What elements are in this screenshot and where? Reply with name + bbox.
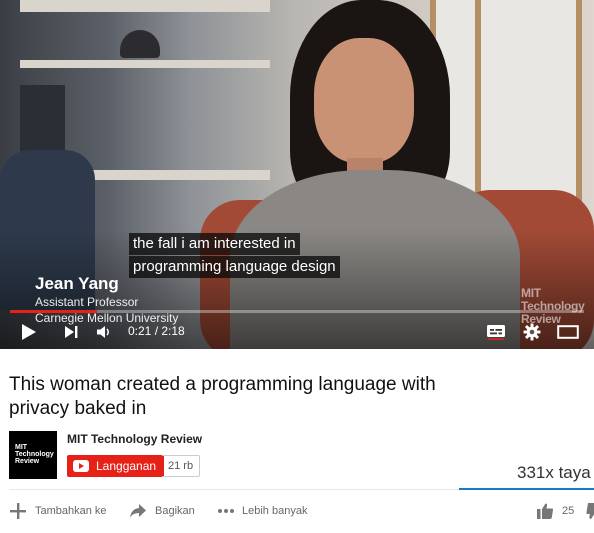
subscribe-button[interactable]: Langganan — [67, 455, 165, 477]
channel-name[interactable]: MIT Technology Review — [67, 432, 202, 446]
share-icon — [130, 504, 146, 518]
youtube-icon — [73, 460, 89, 472]
like-count: 25 — [562, 505, 575, 517]
progress-played — [10, 310, 98, 313]
avatar-line-2: Technology — [15, 451, 54, 458]
play-button[interactable] — [16, 316, 42, 348]
settings-button[interactable] — [520, 316, 544, 348]
captions: the fall i am interested in programming … — [129, 233, 340, 279]
share-button[interactable]: Bagikan — [129, 501, 195, 521]
player-controls: 0:21 / 2:18 — [0, 316, 594, 348]
progress-bar[interactable] — [10, 310, 584, 313]
avatar-line-3: Review — [15, 458, 40, 465]
volume-button[interactable] — [92, 316, 116, 348]
video-player[interactable]: the fall i am interested in programming … — [0, 0, 594, 349]
like-button[interactable]: 25 — [536, 501, 574, 521]
skip-next-icon — [65, 326, 78, 338]
volume-icon — [97, 326, 109, 338]
speaker-name: Jean Yang — [35, 274, 119, 293]
more-dots-icon — [218, 509, 234, 513]
caption-line-1: the fall i am interested in — [129, 233, 300, 255]
captions-button[interactable] — [484, 316, 508, 348]
gear-icon — [523, 323, 541, 341]
theater-mode-button[interactable] — [556, 316, 580, 348]
avatar-line-1: MIT — [15, 444, 28, 451]
view-count: 331x taya — [517, 463, 591, 482]
subtitles-icon — [487, 325, 505, 340]
share-label: Bagikan — [155, 505, 195, 517]
theater-icon — [557, 325, 579, 339]
plus-icon — [10, 503, 26, 519]
time-display: 0:21 / 2:18 — [128, 324, 185, 338]
add-to-button[interactable]: Tambahkan ke — [9, 501, 107, 521]
speaker-role: Assistant Professor — [35, 295, 139, 309]
more-label: Lebih banyak — [242, 505, 308, 517]
add-to-label: Tambahkan ke — [35, 505, 107, 517]
channel-avatar[interactable]: MIT Technology Review — [9, 431, 57, 479]
video-title: This woman created a programming languag… — [9, 374, 436, 419]
video-info: This woman created a programming languag… — [0, 349, 594, 533]
thumbs-down-icon — [586, 503, 594, 519]
more-button[interactable]: Lebih banyak — [217, 501, 307, 521]
subscriber-count: 21 rb — [162, 455, 201, 477]
dislike-button[interactable] — [586, 501, 594, 521]
next-button[interactable] — [60, 316, 82, 348]
play-icon — [22, 324, 36, 340]
thumbs-up-icon — [537, 503, 554, 519]
like-ratio-bar — [459, 488, 594, 490]
subscribe-label: Langganan — [96, 459, 157, 473]
